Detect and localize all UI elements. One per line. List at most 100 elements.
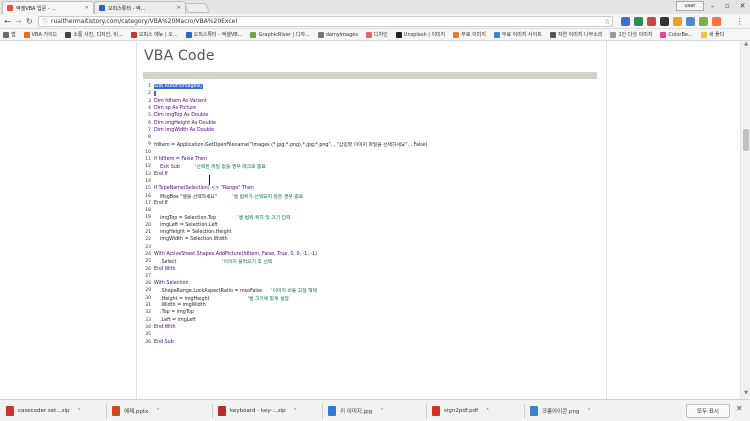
profile-button[interactable]: user xyxy=(676,1,704,11)
line-number: 19 xyxy=(145,215,151,221)
page-scrollbar[interactable]: ▲ ▼ xyxy=(740,41,750,399)
chevron-up-icon[interactable]: ˄ xyxy=(588,408,591,415)
line-number: 26 xyxy=(145,266,151,272)
code-token: If fdItem = False Then xyxy=(154,157,207,162)
code-token: End Sub xyxy=(154,339,174,345)
tab-active[interactable]: 엑셀VBA 입문 - ... ✕ xyxy=(2,1,94,14)
bookmark-label: GraphicRiver | 디자... xyxy=(258,32,310,38)
download-item[interactable]: 키 이미지.jpg ˄ xyxy=(328,404,383,418)
code-token: fdItem = Application.GetOpenFilename("Im… xyxy=(154,143,428,149)
bookmark-label: 오피스 메뉴 | 오... xyxy=(138,32,178,38)
code-token: imgHeight = Selection.Height xyxy=(154,230,232,235)
tab-close-icon[interactable]: ✕ xyxy=(177,5,181,11)
line-number: 33 xyxy=(145,317,151,323)
bookmark-item[interactable]: ColorBe... xyxy=(660,31,693,38)
bookmark-favicon-icon xyxy=(549,31,556,38)
menu-icon[interactable]: ⋮ xyxy=(734,16,745,27)
arrow-left-icon[interactable]: ← xyxy=(2,16,13,27)
bookmark-item[interactable]: 무료 이미지 사이트 xyxy=(493,31,542,38)
bookmark-label: 소통 사진, 디자인, 비... xyxy=(73,32,123,38)
tab-close-icon[interactable]: ✕ xyxy=(85,5,89,11)
code-text: Dim imgHeight As Double xyxy=(154,121,216,126)
code-comment: '셀 범위 위치 및 크기 입력 xyxy=(237,216,291,222)
info-icon[interactable]: ⓘ xyxy=(42,17,48,26)
code-text: With ActiveSheet.Shapes.AddPicture(fdIte… xyxy=(154,252,317,257)
arrow-right-icon[interactable]: → xyxy=(13,16,24,27)
chevron-up-icon[interactable]: ˄ xyxy=(294,408,297,415)
line-number: 15 xyxy=(145,186,151,192)
bookmark-favicon-icon xyxy=(610,31,617,38)
bookmark-item[interactable]: Unsplash | 이미지 xyxy=(395,31,445,38)
extension-icon[interactable] xyxy=(686,17,695,26)
chevron-up-icon[interactable]: ˄ xyxy=(156,408,159,415)
bookmark-item[interactable]: 1인 다섯 이미지 xyxy=(610,31,652,38)
code-line: 9 fdItem = Application.GetOpenFilename("I… xyxy=(143,140,428,149)
extension-icon[interactable] xyxy=(673,17,682,26)
show-all-downloads-button[interactable]: 모두 표시 xyxy=(686,404,730,418)
bookmark-item[interactable]: 소통 사진, 디자인, 비... xyxy=(65,31,123,38)
line-number: 28 xyxy=(145,281,151,287)
bookmark-item[interactable]: 오피스튜터 - 엑셀VB... xyxy=(185,31,243,38)
file-icon xyxy=(6,406,14,416)
extension-icon[interactable] xyxy=(634,17,643,26)
reload-icon[interactable]: ↻ xyxy=(24,16,35,27)
scroll-up-icon[interactable]: ▲ xyxy=(741,41,750,49)
bookmark-item[interactable]: VBA 가이드 xyxy=(23,31,57,38)
download-item[interactable]: casecoder set...zip ˄ xyxy=(6,404,80,418)
bookmark-favicon-icon xyxy=(395,31,402,38)
bookmark-favicon-icon xyxy=(700,31,707,38)
extension-icon[interactable] xyxy=(712,17,721,26)
code-text: imgLeft = Selection.Left xyxy=(154,223,218,228)
download-item[interactable]: sign2pdf.pdf ˄ xyxy=(432,404,489,418)
close-icon[interactable]: ✕ xyxy=(735,0,750,11)
scrollbar-thumb[interactable] xyxy=(743,129,749,151)
download-item[interactable]: 예제.pptx ˄ xyxy=(112,404,159,418)
code-text: Exit Sub '선택된 파일 없을 경우 매크로 종료 xyxy=(154,163,266,170)
extension-icon[interactable] xyxy=(660,17,669,26)
divider xyxy=(426,404,427,418)
minimize-icon[interactable]: – xyxy=(705,0,720,11)
close-icon[interactable]: ✕ xyxy=(736,404,743,413)
tab-inactive[interactable]: 오피스튜터 - 엑... ✕ xyxy=(94,1,186,14)
chevron-up-icon[interactable]: ˄ xyxy=(486,408,489,415)
line-number: 14 xyxy=(145,178,151,184)
bookmark-item[interactable]: damyimages xyxy=(317,31,358,38)
extension-icon[interactable] xyxy=(647,17,656,26)
bookmark-item[interactable]: GraphicRiver | 디자... xyxy=(250,31,310,38)
code-token: .Left = imgLeft xyxy=(154,317,196,323)
maximize-icon[interactable]: ▫ xyxy=(720,0,735,11)
chevron-up-icon[interactable]: ˄ xyxy=(380,408,383,415)
address-bar[interactable]: ⓘ rualthermaitistory.com/category/VBA%20… xyxy=(38,16,613,27)
star-icon[interactable]: ☆ xyxy=(602,16,613,27)
line-number: 12 xyxy=(145,164,151,170)
bookmark-item[interactable]: 새 폴더 xyxy=(700,31,724,38)
tab-title: 엑셀VBA 입문 - ... xyxy=(16,5,57,12)
code-token: End If xyxy=(154,200,168,206)
new-tab-button[interactable] xyxy=(184,3,210,13)
code-text: .Left = imgLeft xyxy=(154,318,196,323)
chevron-up-icon[interactable]: ˄ xyxy=(77,408,80,415)
line-number: 8 xyxy=(148,135,151,141)
bookmark-item[interactable]: 디자인 xyxy=(365,31,388,38)
bookmark-item[interactable]: 자연 이미지 나무소리 xyxy=(549,31,602,38)
bookmark-label: 1인 다섯 이미지 xyxy=(618,32,653,38)
extension-icon[interactable] xyxy=(699,17,708,26)
extension-icon[interactable] xyxy=(621,17,630,26)
file-icon xyxy=(328,406,336,416)
bookmark-favicon-icon xyxy=(317,31,324,38)
line-number: 36 xyxy=(145,339,151,345)
bookmark-favicon-icon xyxy=(660,31,667,38)
bookmark-favicon-icon xyxy=(365,31,372,38)
url-text: rualthermaitistory.com/category/VBA%20Ma… xyxy=(51,18,238,25)
line-number: 9 xyxy=(148,142,151,148)
code-text: Dim imgTop As Double xyxy=(154,113,208,118)
bookmark-item[interactable]: 무료 이미지 xyxy=(453,31,486,38)
bookmark-label: 오피스튜터 - 엑셀VB... xyxy=(193,32,243,38)
bookmark-item[interactable]: 앱 xyxy=(3,31,16,38)
bookmark-item[interactable]: 오피스 메뉴 | 오... xyxy=(130,31,178,38)
download-item[interactable]: keyboard - key-...zip ˄ xyxy=(218,404,297,418)
download-item[interactable]: 크롬아이콘.png ˄ xyxy=(530,404,591,418)
line-number: 6 xyxy=(148,120,151,126)
line-number: 20 xyxy=(145,222,151,228)
scroll-down-icon[interactable]: ▼ xyxy=(741,390,750,398)
